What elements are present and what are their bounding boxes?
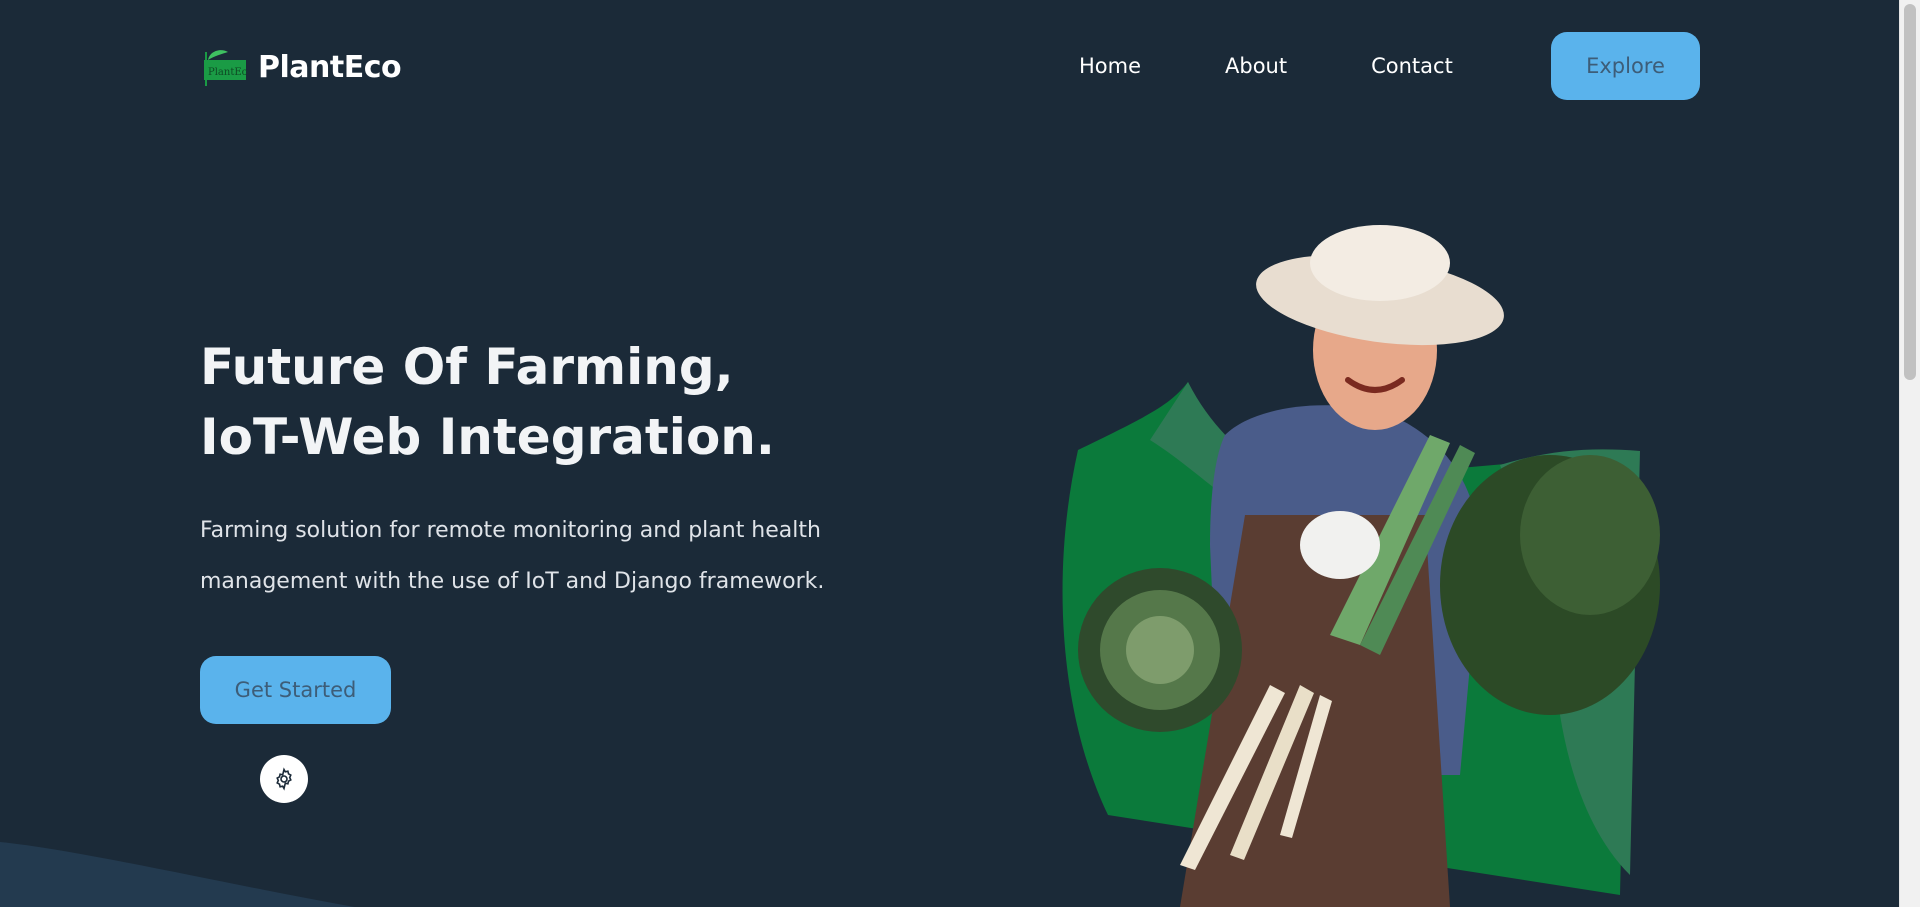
scrollbar-thumb[interactable] (1904, 4, 1916, 380)
vertical-scrollbar[interactable] (1899, 0, 1920, 907)
brand-logo: PlantEco (204, 50, 248, 86)
nav-link-contact[interactable]: Contact (1371, 54, 1453, 78)
settings-button[interactable] (260, 755, 308, 803)
nav-link-home[interactable]: Home (1079, 54, 1141, 78)
explore-button[interactable]: Explore (1551, 32, 1700, 100)
get-started-button[interactable]: Get Started (200, 656, 391, 724)
hero-description: Farming solution for remote monitoring a… (200, 505, 860, 607)
hero-illustration (1062, 225, 1660, 907)
landing-page: PlantEco PlantEco Home About Contact Exp… (0, 0, 1920, 907)
brand-name: PlantEco (258, 49, 402, 85)
hero-title-line-1: Future Of Farming, (200, 338, 734, 396)
gear-icon (276, 767, 292, 791)
bottom-wave-decoration (0, 842, 355, 907)
gloved-hand (1300, 511, 1380, 579)
hero-title-line-2: IoT-Web Integration. (200, 408, 775, 466)
nav-link-about[interactable]: About (1225, 54, 1287, 78)
nav-links: Home About Contact (1079, 32, 1453, 100)
hero-description-line-1: Farming solution for remote monitoring a… (200, 518, 821, 543)
navbar: PlantEco PlantEco Home About Contact Exp… (200, 32, 1700, 100)
hero-description-line-2: management with the use of IoT and Djang… (200, 569, 825, 594)
logo-text: PlantEco (208, 67, 248, 78)
hero-title: Future Of Farming, IoT-Web Integration. (200, 332, 775, 472)
brand[interactable]: PlantEco PlantEco (200, 46, 402, 88)
farmer-hat-crown (1310, 225, 1450, 301)
